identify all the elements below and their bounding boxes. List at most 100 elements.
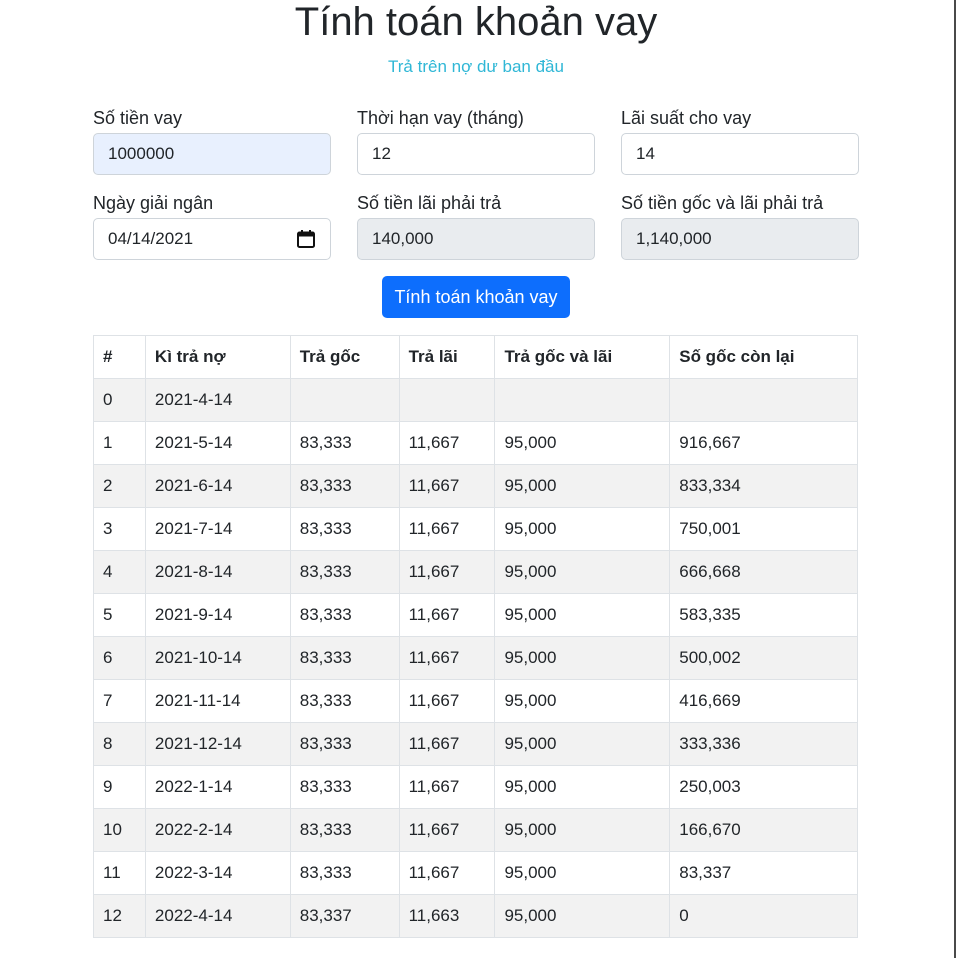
cell-payment: 95,000	[494, 550, 671, 594]
cell-period: 2022-1-14	[144, 765, 291, 809]
table-row: 5 2021-9-14 83,333 11,667 95,000 583,335	[93, 593, 858, 637]
table-row: 6 2021-10-14 83,333 11,667 95,000 500,002	[93, 636, 858, 680]
table-row: 3 2021-7-14 83,333 11,667 95,000 750,001	[93, 507, 858, 551]
cell-index: 11	[93, 851, 146, 895]
cell-payment: 95,000	[494, 722, 671, 766]
table-row: 1 2021-5-14 83,333 11,667 95,000 916,667	[93, 421, 858, 465]
cell-interest: 11,667	[398, 550, 496, 594]
cell-payment: 95,000	[494, 636, 671, 680]
cell-remaining: 916,667	[669, 421, 858, 465]
page-title: Tính toán khoản vay	[294, 0, 658, 44]
cell-period: 2021-12-14	[144, 722, 291, 766]
cell-period: 2021-9-14	[144, 593, 291, 637]
total-payable-label: Số tiền gốc và lãi phải trả	[621, 193, 824, 213]
interest-payable-label: Số tiền lãi phải trả	[357, 193, 502, 213]
calendar-icon[interactable]	[296, 229, 316, 249]
repayment-schedule-table: # Kì trả nợ Trả gốc Trả lãi Trả gốc và l…	[93, 335, 858, 938]
cell-index: 2	[93, 464, 146, 508]
interest-rate-input[interactable]: 14	[621, 133, 859, 175]
cell-index: 9	[93, 765, 146, 809]
cell-payment	[494, 378, 671, 422]
loan-term-label: Thời hạn vay (tháng)	[357, 108, 524, 128]
cell-interest: 11,667	[398, 808, 496, 852]
loan-amount-input[interactable]: 1000000	[93, 133, 331, 175]
cell-principal: 83,333	[289, 593, 400, 637]
table-row: 12 2022-4-14 83,337 11,663 95,000 0	[93, 894, 858, 938]
cell-index: 1	[93, 421, 146, 465]
table-body: 0 2021-4-14 1 2021-5-14 83,333 11,667 95,000 91…	[93, 378, 858, 938]
cell-remaining: 750,001	[669, 507, 858, 551]
interest-rate-label: Lãi suất cho vay	[621, 108, 752, 128]
cell-payment: 95,000	[494, 765, 671, 809]
interest-payable-output: 140,000	[357, 218, 595, 260]
interest-payable-group: Số tiền lãi phải trả 140,000	[357, 192, 595, 260]
column-header-index: #	[93, 335, 146, 379]
cell-principal: 83,337	[289, 894, 400, 938]
cell-payment: 95,000	[494, 679, 671, 723]
cell-period: 2021-6-14	[144, 464, 291, 508]
loan-term-value: 12	[372, 144, 391, 163]
column-header-interest: Trả lãi	[398, 335, 496, 379]
table-row: 4 2021-8-14 83,333 11,667 95,000 666,668	[93, 550, 858, 594]
cell-index: 10	[93, 808, 146, 852]
loan-amount-group: Số tiền vay 1000000	[93, 107, 331, 175]
interest-rate-value: 14	[636, 144, 655, 163]
cell-interest: 11,667	[398, 851, 496, 895]
cell-interest: 11,667	[398, 679, 496, 723]
column-header-period: Kì trả nợ	[144, 335, 291, 379]
cell-interest: 11,667	[398, 636, 496, 680]
loan-term-group: Thời hạn vay (tháng) 12	[357, 107, 595, 175]
cell-principal: 83,333	[289, 851, 400, 895]
cell-payment: 95,000	[494, 593, 671, 637]
cell-payment: 95,000	[494, 808, 671, 852]
page-subtitle: Trả trên nợ dư ban đầu	[388, 57, 564, 76]
interest-payable-value: 140,000	[372, 229, 434, 248]
disbursement-date-input[interactable]: 04/14/2021	[93, 218, 331, 260]
total-payable-group: Số tiền gốc và lãi phải trả 1,140,000	[621, 192, 859, 260]
cell-remaining: 666,668	[669, 550, 858, 594]
cell-remaining: 333,336	[669, 722, 858, 766]
cell-payment: 95,000	[494, 464, 671, 508]
cell-period: 2022-3-14	[144, 851, 291, 895]
disbursement-date-label: Ngày giải ngân	[93, 193, 214, 213]
table-row: 8 2021-12-14 83,333 11,667 95,000 333,336	[93, 722, 858, 766]
cell-principal: 83,333	[289, 765, 400, 809]
cell-period: 2021-4-14	[144, 378, 291, 422]
cell-period: 2021-11-14	[144, 679, 291, 723]
cell-index: 8	[93, 722, 146, 766]
table-row: 2 2021-6-14 83,333 11,667 95,000 833,334	[93, 464, 858, 508]
cell-principal: 83,333	[289, 808, 400, 852]
cell-payment: 95,000	[494, 894, 671, 938]
cell-interest: 11,667	[398, 507, 496, 551]
cell-principal: 83,333	[289, 722, 400, 766]
cell-period: 2021-7-14	[144, 507, 291, 551]
cell-remaining: 0	[669, 894, 858, 938]
column-header-payment: Trả gốc và lãi	[494, 335, 671, 379]
cell-remaining: 583,335	[669, 593, 858, 637]
disbursement-date-group: Ngày giải ngân 04/14/2021	[93, 192, 331, 260]
cell-remaining: 500,002	[669, 636, 858, 680]
cell-index: 7	[93, 679, 146, 723]
table-row: 10 2022-2-14 83,333 11,667 95,000 166,670	[93, 808, 858, 852]
cell-payment: 95,000	[494, 851, 671, 895]
cell-period: 2022-2-14	[144, 808, 291, 852]
table-row: 7 2021-11-14 83,333 11,667 95,000 416,669	[93, 679, 858, 723]
cell-index: 4	[93, 550, 146, 594]
cell-principal: 83,333	[289, 464, 400, 508]
cell-interest	[398, 378, 496, 422]
cell-remaining: 416,669	[669, 679, 858, 723]
cell-principal: 83,333	[289, 507, 400, 551]
cell-index: 12	[93, 894, 146, 938]
disbursement-date-value: 04/14/2021	[108, 229, 194, 248]
cell-payment: 95,000	[494, 507, 671, 551]
table-row: 0 2021-4-14	[93, 378, 858, 422]
column-header-principal: Trả gốc	[289, 335, 400, 379]
cell-interest: 11,667	[398, 593, 496, 637]
calculate-loan-button[interactable]: Tính toán khoản vay	[382, 276, 570, 318]
column-header-remaining: Số gốc còn lại	[669, 335, 858, 379]
cell-period: 2021-10-14	[144, 636, 291, 680]
cell-remaining: 83,337	[669, 851, 858, 895]
loan-term-input[interactable]: 12	[357, 133, 595, 175]
cell-principal: 83,333	[289, 550, 400, 594]
cell-index: 6	[93, 636, 146, 680]
